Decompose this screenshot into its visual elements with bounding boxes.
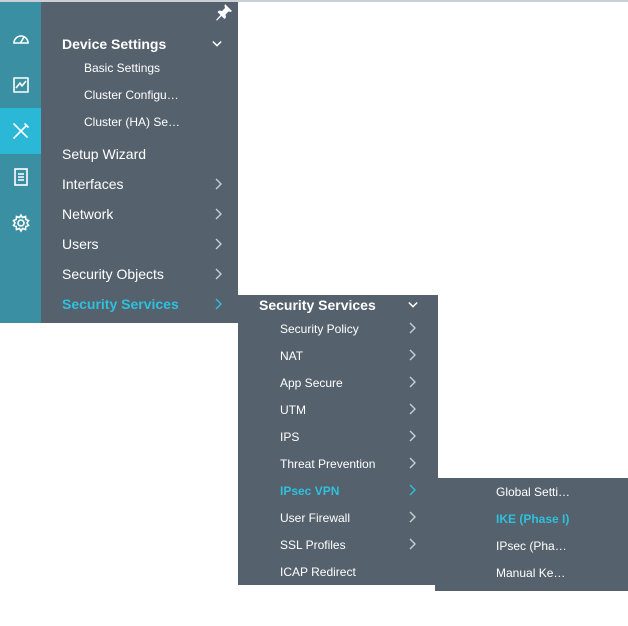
submenu-item-cluster-configuration[interactable]: Cluster Configu…	[84, 87, 214, 103]
menu-item-label: Users	[62, 236, 99, 252]
nav-rail	[0, 2, 41, 323]
menu-item-ips[interactable]: IPS	[280, 429, 299, 445]
menu-item-label: Global Setti…	[496, 485, 571, 499]
submenu-item-label: Cluster (HA) Se…	[84, 115, 181, 129]
menu-item-manual-key[interactable]: Manual Ke…	[496, 565, 606, 581]
menu-item-label: IPsec (Pha…	[496, 539, 567, 553]
chevron-right-icon	[213, 238, 223, 250]
menu-header-device-settings[interactable]: Device Settings	[62, 34, 166, 54]
chevron-right-icon	[407, 484, 417, 496]
menu-item-label: Network	[62, 206, 114, 222]
menu-item-user-firewall[interactable]: User Firewall	[280, 510, 350, 526]
menu-item-threat-prevention[interactable]: Threat Prevention	[280, 456, 375, 472]
dashboard-icon	[11, 29, 31, 49]
menu-item-interfaces[interactable]: Interfaces	[62, 175, 123, 193]
rail-item-configure[interactable]	[0, 108, 41, 154]
submenu-item-label: Basic Settings	[84, 61, 161, 75]
menu-item-label: NAT	[280, 349, 304, 363]
menu-item-label: IPsec VPN	[280, 484, 340, 498]
menu-item-users[interactable]: Users	[62, 235, 99, 253]
configure-icon	[11, 121, 31, 141]
chevron-right-icon	[213, 268, 223, 280]
monitor-icon	[11, 75, 31, 95]
menu-item-security-objects[interactable]: Security Objects	[62, 265, 164, 283]
menu-item-label: Setup Wizard	[62, 146, 147, 162]
menu-item-security-policy[interactable]: Security Policy	[280, 321, 359, 337]
menu-item-label: Security Objects	[62, 266, 164, 282]
menu-item-label: IPS	[280, 430, 300, 444]
rail-item-administration[interactable]	[0, 200, 41, 246]
menu-item-label: User Firewall	[280, 511, 351, 525]
menu-item-global-settings[interactable]: Global Setti…	[496, 484, 606, 500]
submenu-item-basic-settings[interactable]: Basic Settings	[84, 60, 214, 76]
menu-item-label: Security Policy	[280, 322, 359, 336]
chevron-right-icon	[407, 349, 417, 361]
menu-item-label: IKE (Phase I)	[496, 512, 570, 526]
menu-item-ssl-profiles[interactable]: SSL Profiles	[280, 537, 346, 553]
menu-item-label: UTM	[280, 403, 306, 417]
menu-item-label: App Secure	[280, 376, 343, 390]
menu-item-label: ICAP Redirect	[280, 565, 356, 579]
menu-item-icap-redirect[interactable]: ICAP Redirect	[280, 564, 356, 580]
reports-icon	[11, 167, 31, 187]
chevron-right-icon	[407, 322, 417, 334]
menu-item-utm[interactable]: UTM	[280, 402, 306, 418]
menu-item-nat[interactable]: NAT	[280, 348, 303, 364]
administration-icon	[11, 213, 31, 233]
chevron-right-icon	[407, 376, 417, 388]
chevron-right-icon	[407, 457, 417, 469]
menu-item-ipsec-phase-2[interactable]: IPsec (Pha…	[496, 538, 606, 554]
menu-header-label: Security Services	[259, 297, 376, 313]
menu-item-label: Interfaces	[62, 176, 124, 192]
menu-header-label: Device Settings	[62, 36, 167, 52]
chevron-right-icon	[407, 538, 417, 550]
rail-item-monitor[interactable]	[0, 62, 41, 108]
rail-item-reports[interactable]	[0, 154, 41, 200]
menu-item-label: SSL Profiles	[280, 538, 346, 552]
chevron-right-icon	[407, 430, 417, 442]
chevron-down-icon[interactable]	[212, 38, 222, 50]
chevron-right-icon	[213, 208, 223, 220]
rail-item-dashboard[interactable]	[0, 16, 41, 62]
menu-item-ike-phase-1[interactable]: IKE (Phase I)	[496, 511, 606, 527]
menu-item-network[interactable]: Network	[62, 205, 113, 223]
menu-item-ipsec-vpn[interactable]: IPsec VPN	[280, 483, 339, 499]
chevron-right-icon	[213, 298, 223, 310]
chevron-right-icon	[213, 178, 223, 190]
menu-item-label: Threat Prevention	[280, 457, 376, 471]
menu-item-setup-wizard[interactable]: Setup Wizard	[62, 145, 146, 163]
menu-item-security-services[interactable]: Security Services	[62, 295, 179, 313]
menu-item-label: Manual Ke…	[496, 566, 566, 580]
pin-icon[interactable]	[215, 3, 233, 21]
menu-item-label: Security Services	[62, 296, 179, 312]
submenu-item-cluster-ha-setup[interactable]: Cluster (HA) Se…	[84, 114, 214, 130]
chevron-right-icon	[407, 511, 417, 523]
submenu-item-label: Cluster Configu…	[84, 88, 179, 102]
menu-item-app-secure[interactable]: App Secure	[280, 375, 343, 391]
menu-header-security-services[interactable]: Security Services	[259, 296, 376, 314]
chevron-down-icon[interactable]	[408, 299, 418, 311]
chevron-right-icon	[407, 403, 417, 415]
